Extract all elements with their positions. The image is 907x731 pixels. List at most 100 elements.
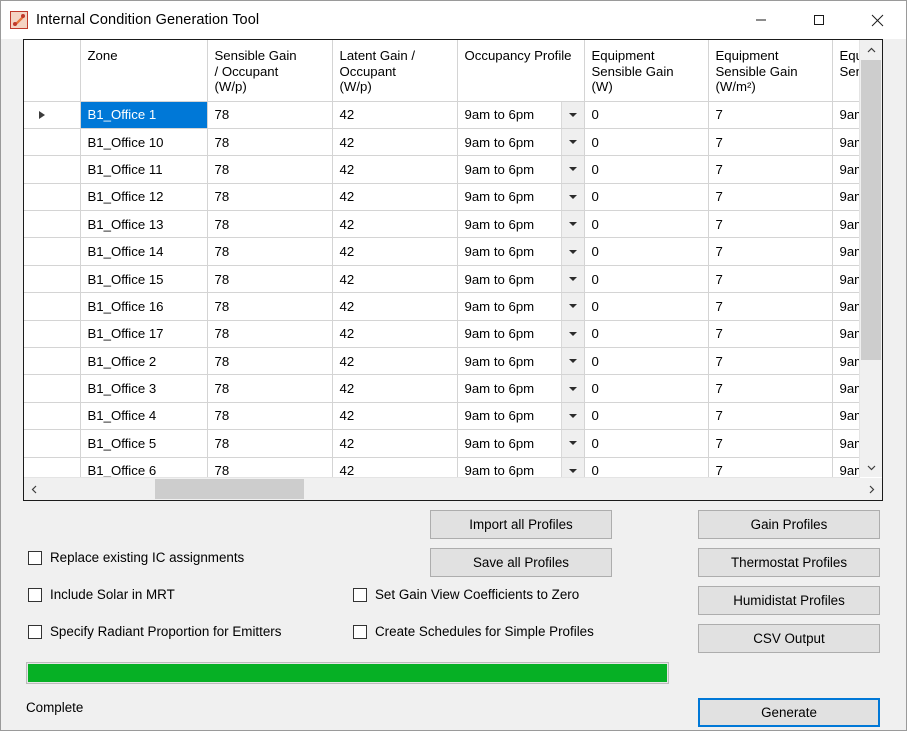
cell-occupancy_profile[interactable]: 9am to 6pm [457, 101, 585, 129]
table-row[interactable]: B1_Office 127842 9am to 6pm 079am [24, 183, 860, 212]
chevron-down-icon[interactable] [560, 211, 583, 237]
occupancy-profile-combobox[interactable]: 9am to 6pm [458, 265, 583, 292]
cell-equip_sens_wm2[interactable]: 7 [708, 128, 833, 157]
cell-sensible_occ[interactable]: 78 [207, 374, 333, 403]
cell-equip_sens_wm2[interactable]: 7 [708, 320, 833, 349]
cell-equip_sens_wm2[interactable]: 7 [708, 183, 833, 212]
thermostat-profiles-button[interactable]: Thermostat Profiles [698, 548, 880, 577]
cell-equip_sens_wm2[interactable]: 7 [708, 101, 833, 129]
checkbox-box[interactable] [28, 587, 42, 602]
row-header-cell[interactable] [24, 347, 81, 376]
cell-equip_sens_wm2[interactable]: 7 [708, 429, 833, 458]
cell-latent_occ[interactable]: 42 [332, 265, 458, 294]
chevron-down-icon[interactable] [560, 128, 583, 155]
cell-sensible_occ[interactable]: 78 [207, 347, 333, 376]
occupancy-profile-combobox[interactable]: 9am to 6pm [458, 183, 583, 210]
occupancy-profile-combobox[interactable]: 9am to 6pm [458, 238, 583, 265]
cell-occupancy_profile[interactable]: 9am to 6pm [457, 128, 585, 157]
chevron-down-icon[interactable] [560, 101, 583, 128]
checkbox-include-solar-in-mrt[interactable]: Include Solar in MRT [28, 587, 175, 602]
cell-sensible_occ[interactable]: 78 [207, 457, 333, 477]
gain-profiles-button[interactable]: Gain Profiles [698, 510, 880, 539]
cell-equip_sens_profile[interactable]: 9am [832, 265, 860, 294]
occupancy-profile-combobox[interactable]: 9am to 6pm [458, 156, 583, 183]
cell-latent_occ[interactable]: 42 [332, 457, 458, 477]
cell-zone[interactable]: B1_Office 14 [80, 237, 208, 266]
cell-equip_sens_wm2[interactable]: 7 [708, 347, 833, 376]
csv-output-button[interactable]: CSV Output [698, 624, 880, 653]
column-header-occupancy_profile[interactable]: Occupancy Profile [457, 40, 585, 102]
cell-equip_sens_w[interactable]: 0 [584, 292, 709, 321]
occupancy-profile-combobox[interactable]: 9am to 6pm [458, 128, 583, 155]
cell-equip_sens_w[interactable]: 0 [584, 237, 709, 266]
table-row[interactable]: B1_Office 17842 9am to 6pm 079am [24, 101, 860, 129]
cell-latent_occ[interactable]: 42 [332, 374, 458, 403]
checkbox-replace-existing-ic[interactable]: Replace existing IC assignments [28, 550, 244, 565]
cell-latent_occ[interactable]: 42 [332, 292, 458, 321]
checkbox-box[interactable] [28, 624, 42, 639]
table-row[interactable]: B1_Office 27842 9am to 6pm 079am [24, 347, 860, 376]
cell-latent_occ[interactable]: 42 [332, 237, 458, 266]
cell-occupancy_profile[interactable]: 9am to 6pm [457, 183, 585, 212]
scroll-right-icon[interactable] [860, 478, 882, 500]
vertical-scrollbar[interactable] [859, 40, 882, 477]
cell-occupancy_profile[interactable]: 9am to 6pm [457, 210, 585, 239]
row-header-cell[interactable] [24, 320, 81, 349]
cell-equip_sens_profile[interactable]: 9am [832, 402, 860, 431]
cell-zone[interactable]: B1_Office 15 [80, 265, 208, 294]
row-header-cell[interactable] [24, 265, 81, 294]
row-header-cell[interactable] [24, 128, 81, 157]
vertical-scroll-thumb[interactable] [861, 60, 881, 360]
horizontal-scrollbar[interactable] [24, 477, 860, 500]
cell-occupancy_profile[interactable]: 9am to 6pm [457, 347, 585, 376]
occupancy-profile-combobox[interactable]: 9am to 6pm [458, 320, 583, 347]
scroll-left-icon[interactable] [24, 478, 44, 500]
cell-occupancy_profile[interactable]: 9am to 6pm [457, 292, 585, 321]
cell-equip_sens_profile[interactable]: 9am [832, 128, 860, 157]
cell-equip_sens_profile[interactable]: 9am [832, 320, 860, 349]
cell-sensible_occ[interactable]: 78 [207, 429, 333, 458]
chevron-down-icon[interactable] [560, 183, 583, 210]
cell-equip_sens_wm2[interactable]: 7 [708, 292, 833, 321]
cell-zone[interactable]: B1_Office 2 [80, 347, 208, 376]
column-header-equip_sens_wm2[interactable]: Equipment Sensible Gain (W/m²) [708, 40, 833, 102]
table-row[interactable]: B1_Office 67842 9am to 6pm 079am [24, 457, 860, 477]
occupancy-profile-combobox[interactable]: 9am to 6pm [458, 430, 583, 457]
chevron-down-icon[interactable] [560, 375, 583, 402]
cell-zone[interactable]: B1_Office 12 [80, 183, 208, 212]
occupancy-profile-combobox[interactable]: 9am to 6pm [458, 375, 583, 402]
table-row[interactable]: B1_Office 147842 9am to 6pm 079am [24, 237, 860, 266]
table-row[interactable]: B1_Office 177842 9am to 6pm 079am [24, 320, 860, 349]
cell-zone[interactable]: B1_Office 11 [80, 155, 208, 184]
checkbox-box[interactable] [28, 550, 42, 565]
column-header-zone[interactable]: Zone [80, 40, 208, 102]
cell-equip_sens_w[interactable]: 0 [584, 101, 709, 129]
chevron-down-icon[interactable] [560, 265, 583, 292]
cell-occupancy_profile[interactable]: 9am to 6pm [457, 457, 585, 477]
cell-equip_sens_w[interactable]: 0 [584, 265, 709, 294]
checkbox-set-gain-view-coefficients[interactable]: Set Gain View Coefficients to Zero [353, 587, 579, 602]
cell-equip_sens_w[interactable]: 0 [584, 155, 709, 184]
cell-occupancy_profile[interactable]: 9am to 6pm [457, 402, 585, 431]
import-all-profiles-button[interactable]: Import all Profiles [430, 510, 612, 539]
cell-latent_occ[interactable]: 42 [332, 101, 458, 129]
occupancy-profile-combobox[interactable]: 9am to 6pm [458, 101, 583, 128]
cell-equip_sens_profile[interactable]: 9am [832, 292, 860, 321]
cell-zone[interactable]: B1_Office 16 [80, 292, 208, 321]
row-header-cell[interactable] [24, 183, 81, 212]
cell-equip_sens_wm2[interactable]: 7 [708, 237, 833, 266]
cell-zone[interactable]: B1_Office 1 [80, 101, 208, 129]
checkbox-create-schedules-simple-profiles[interactable]: Create Schedules for Simple Profiles [353, 624, 594, 639]
chevron-down-icon[interactable] [560, 238, 583, 265]
chevron-down-icon[interactable] [560, 348, 583, 374]
zone-data-grid[interactable]: Zone Sensible Gain / Occupant (W/p) Latent… [23, 39, 883, 501]
row-header-cell[interactable] [24, 457, 81, 477]
row-header-cell[interactable] [24, 402, 81, 431]
occupancy-profile-combobox[interactable]: 9am to 6pm [458, 457, 583, 477]
table-row[interactable]: B1_Office 57842 9am to 6pm 079am [24, 429, 860, 458]
table-row[interactable]: B1_Office 117842 9am to 6pm 079am [24, 155, 860, 184]
chevron-down-icon[interactable] [560, 320, 583, 347]
horizontal-scroll-thumb[interactable] [155, 479, 304, 499]
column-header-latent_occ[interactable]: Latent Gain / Occupant (W/p) [332, 40, 458, 102]
cell-occupancy_profile[interactable]: 9am to 6pm [457, 374, 585, 403]
